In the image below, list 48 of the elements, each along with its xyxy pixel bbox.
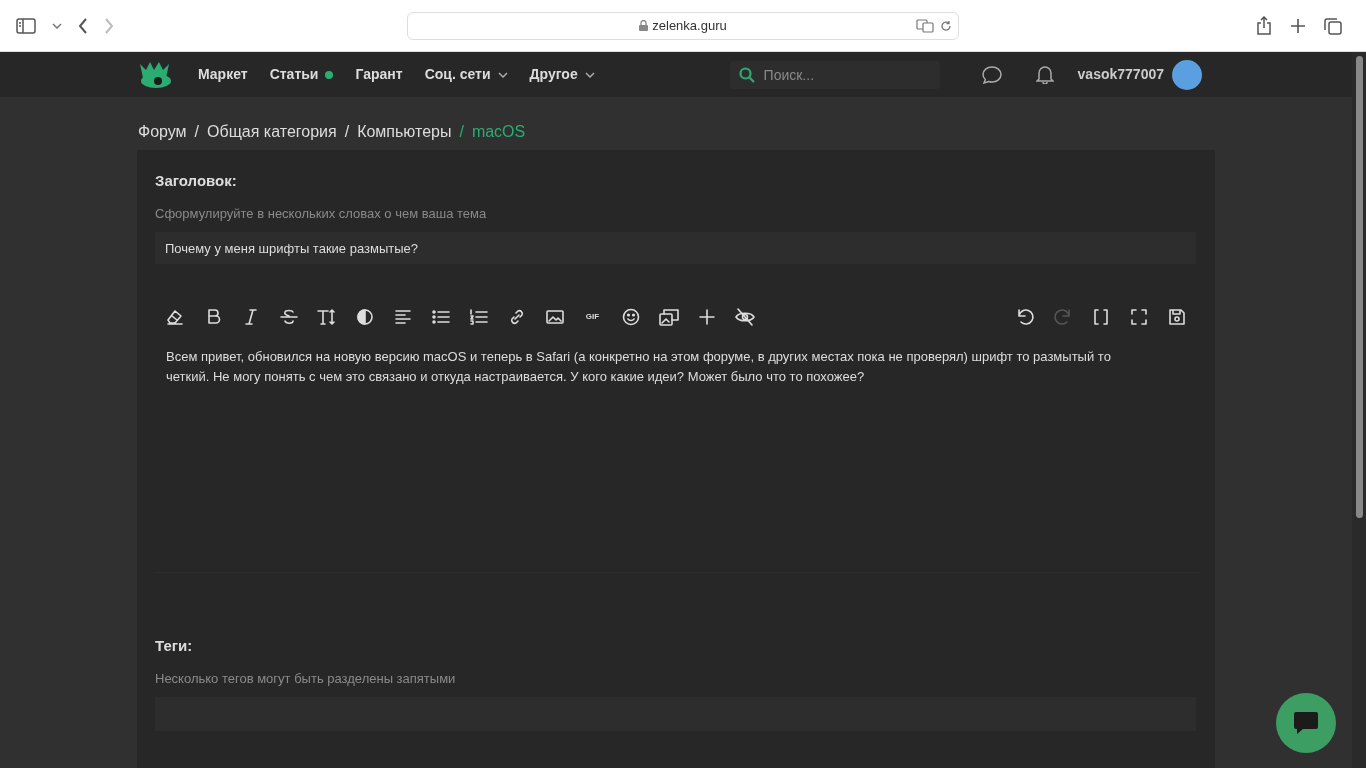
lock-icon — [639, 20, 649, 31]
gif-button[interactable]: GIF — [580, 304, 605, 329]
username[interactable]: vasok777007 — [1077, 64, 1164, 85]
search-icon — [738, 66, 755, 83]
chat-icon — [1293, 711, 1319, 735]
breadcrumb-separator: / — [194, 122, 200, 142]
field-hint: Несколько тегов могут быть разделены запятыми — [155, 669, 457, 688]
nav-link[interactable]: Статьи — [269, 64, 334, 85]
numbered-list-icon — [468, 306, 489, 327]
redo-icon — [1052, 306, 1073, 327]
nav-link[interactable]: Маркет — [198, 64, 248, 85]
scrollbar-thumb[interactable] — [1355, 56, 1363, 518]
nav-link[interactable]: Другое — [529, 64, 595, 85]
breadcrumb-link[interactable]: Компьютеры — [357, 120, 452, 144]
nav-link[interactable]: Гарант — [355, 64, 403, 85]
gallery-icon — [658, 306, 679, 327]
plus-icon — [696, 306, 717, 327]
chat-button[interactable] — [1276, 693, 1336, 753]
field-label: Теги: — [155, 636, 194, 656]
breadcrumb-link[interactable]: Форум — [138, 120, 187, 144]
address-text: zelenka.guru — [652, 16, 727, 35]
avatar[interactable] — [1172, 59, 1202, 90]
chat-icon[interactable] — [981, 65, 1002, 84]
search-field[interactable]: Поиск... — [729, 60, 940, 89]
smile-icon — [620, 306, 641, 327]
fullscreen-icon — [1128, 306, 1149, 327]
field-label: Заголовок: — [155, 171, 238, 191]
breadcrumb-link[interactable]: Общая категория — [207, 120, 337, 144]
contrast-icon — [354, 306, 375, 327]
reload-icon[interactable] — [940, 19, 952, 32]
eye-crossed-icon — [734, 306, 755, 327]
address-bar[interactable]: zelenka.guru — [407, 11, 959, 40]
breadcrumb-link[interactable]: macOS — [471, 120, 526, 144]
nav-link[interactable]: Соц. сети — [424, 64, 508, 85]
tabs-icon[interactable] — [1324, 16, 1342, 35]
sidebar-icon[interactable] — [16, 17, 36, 34]
bell-icon[interactable] — [1035, 65, 1054, 84]
editor-text[interactable]: Всем привет, обновился на новую версию macOS и теперь в Safari (а конкретно на этом форуме, в других местах пока не проверял) шрифт то размытый то четкий. Не могу понять с чем это связано и откуда настраивается. У кого какие идеи? Может было что то похожее? — [155, 347, 1165, 572]
chevron-down-icon[interactable] — [52, 22, 62, 29]
title-field[interactable]: Почему у меня шрифты такие размытые? — [155, 232, 1196, 264]
share-icon[interactable] — [1256, 16, 1272, 35]
breadcrumb-separator: / — [459, 122, 464, 142]
plus-icon[interactable] — [1290, 17, 1306, 34]
field-hint: Сформулируйте в нескольких словах о чем ваша тема — [155, 204, 488, 223]
save-icon — [1166, 306, 1187, 327]
text-size-icon — [316, 306, 337, 327]
breadcrumb-separator: / — [344, 122, 350, 142]
back-icon[interactable] — [78, 17, 88, 34]
